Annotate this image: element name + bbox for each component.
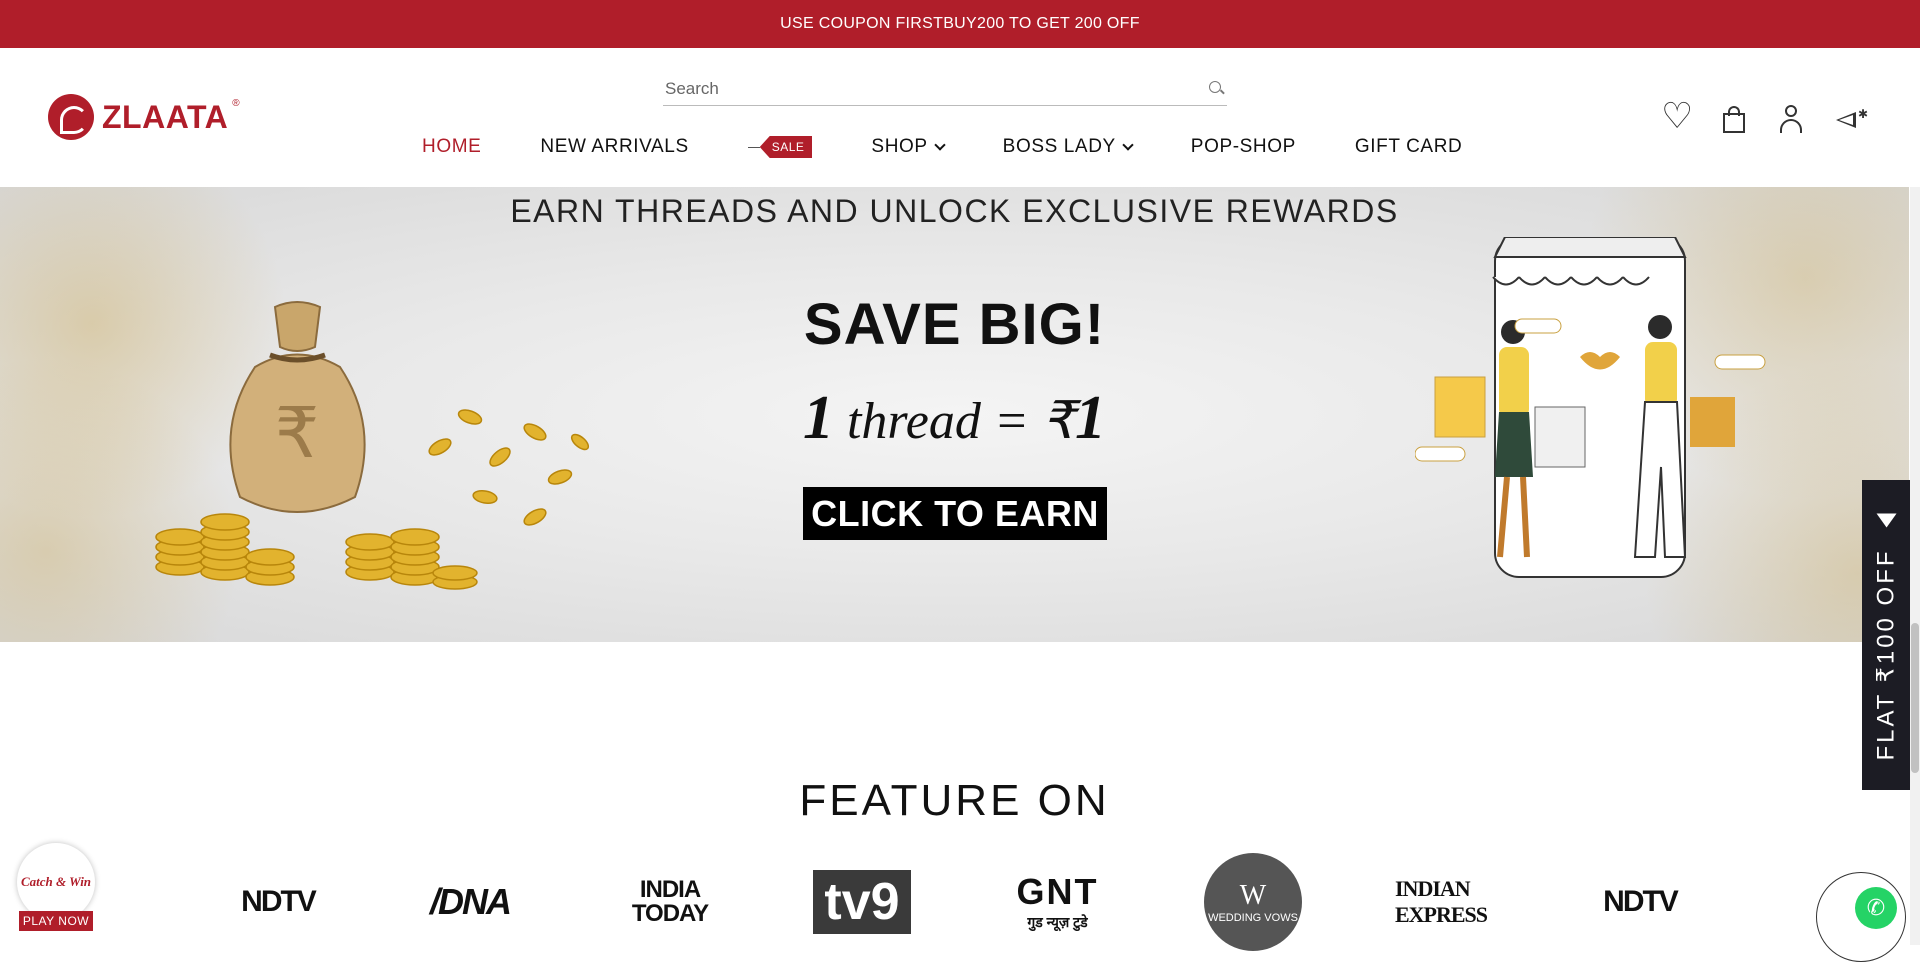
logo-registered-mark: ®: [232, 97, 240, 109]
page-scrollbar[interactable]: [1910, 187, 1920, 945]
dna-logo: /DNA: [430, 880, 512, 922]
gnt-logo: GNT गुड न्यूज़ टुडे: [1005, 858, 1110, 945]
nav-pop-shop[interactable]: POP-SHOP: [1191, 136, 1296, 158]
wedding-vows-logo: W WEDDING VOWS: [1203, 852, 1303, 951]
ndtv-logo-2: NDTV: [1603, 884, 1679, 918]
gnt-logo-text: GNT: [1016, 871, 1099, 912]
eq-currency: ₹: [1041, 393, 1076, 450]
india-today-line-1: INDIA: [639, 875, 701, 903]
bag-body: [1723, 113, 1745, 133]
megaphone-icon[interactable]: ✱: [1834, 104, 1868, 134]
user-torso: [1780, 119, 1802, 133]
heart-icon[interactable]: [1661, 102, 1693, 134]
whatsapp-icon: ✆: [1855, 887, 1897, 929]
nav-gift-card[interactable]: GIFT CARD: [1355, 136, 1462, 158]
eq-right-number: 1: [1075, 384, 1107, 452]
search-icon[interactable]: [1209, 80, 1225, 97]
main-nav: HOME NEW ARRIVALS SALE SHOP BOSS LADY PO…: [422, 134, 1521, 160]
ndtv-logo: NDTV: [241, 884, 317, 918]
scrollbar-thumb[interactable]: [1911, 623, 1919, 773]
announcement-bar: USE COUPON FIRSTBUY200 TO GET 200 OFF: [0, 0, 1920, 48]
india-today-logo: INDIA TODAY: [620, 858, 720, 945]
wedding-vows-badge: W WEDDING VOWS: [1204, 852, 1302, 951]
logo-mark-icon: [48, 94, 94, 140]
nav-boss-lady-label: BOSS LADY: [1002, 136, 1116, 157]
user-icon[interactable]: [1777, 104, 1805, 134]
catch-and-win-label: Catch & Win: [20, 874, 92, 889]
nav-home[interactable]: HOME: [422, 136, 481, 158]
eq-left-word: thread =: [846, 393, 1029, 450]
header-actions: ✱: [1661, 102, 1868, 134]
indian-express-logo: INDIAN EXPRESS: [1395, 875, 1488, 927]
site-header: ZLAATA ® HOME NEW ARRIVALS SALE SHOP BOS…: [0, 48, 1920, 187]
wedding-vows-text: WEDDING VOWS: [1208, 911, 1298, 924]
whatsapp-chat-button[interactable]: ✆: [1816, 872, 1906, 962]
sale-tag-string: [747, 146, 760, 148]
nav-new-arrivals[interactable]: NEW ARRIVALS: [540, 136, 688, 158]
announcement-text: USE COUPON FIRSTBUY200 TO GET 200 OFF: [780, 15, 1140, 32]
megaphone-rays: ✱: [1858, 107, 1869, 121]
megaphone-cone: [1836, 112, 1856, 128]
nav-shop-label: SHOP: [871, 136, 928, 157]
nav-sale[interactable]: SALE: [747, 136, 813, 158]
india-today-line-2: TODAY: [631, 899, 709, 927]
user-head: [1785, 105, 1797, 117]
press-logos-row: NDTV /DNA INDIA TODAY tv9 GNT गुड न्यूज़…: [0, 852, 1909, 951]
catch-and-win-widget[interactable]: Catch & Win: [17, 843, 95, 921]
nav-shop[interactable]: SHOP: [871, 136, 946, 158]
eq-left-number: 1: [802, 384, 834, 452]
wedding-vows-mark: W: [1239, 879, 1267, 911]
logo-text: ZLAATA: [102, 98, 229, 135]
rewards-banner[interactable]: EARN THREADS AND UNLOCK EXCLUSIVE REWARD…: [0, 187, 1909, 642]
bag-icon[interactable]: [1720, 104, 1748, 134]
gnt-logo-subtext: गुड न्यूज़ टुडे: [1027, 914, 1088, 930]
tv9-logo: tv9: [813, 858, 911, 945]
sale-tag-label: SALE: [759, 136, 813, 158]
brand-logo[interactable]: ZLAATA ®: [48, 94, 244, 140]
search-input[interactable]: [665, 78, 1165, 99]
flat-offer-label: FLAT ₹100 OFF: [1872, 547, 1900, 761]
search-bar: [663, 72, 1227, 106]
chevron-down-icon: [934, 139, 946, 151]
play-arrow-icon: [1876, 512, 1897, 527]
nav-boss-lady[interactable]: BOSS LADY: [1002, 136, 1134, 158]
flat-offer-text: FLAT ₹100 OFF: [1872, 510, 1901, 760]
tv9-logo-box: tv9: [813, 869, 911, 934]
click-to-earn-button[interactable]: CLICK TO EARN: [803, 487, 1107, 540]
shopping-women-illustration: [1415, 237, 1766, 578]
flat-offer-tab[interactable]: FLAT ₹100 OFF: [1862, 480, 1910, 790]
feature-on-title: FEATURE ON: [799, 776, 1110, 825]
banner-heading: EARN THREADS AND UNLOCK EXCLUSIVE REWARD…: [510, 193, 1399, 229]
chevron-down-icon: [1122, 139, 1134, 151]
play-now-button[interactable]: PLAY NOW: [19, 911, 93, 931]
